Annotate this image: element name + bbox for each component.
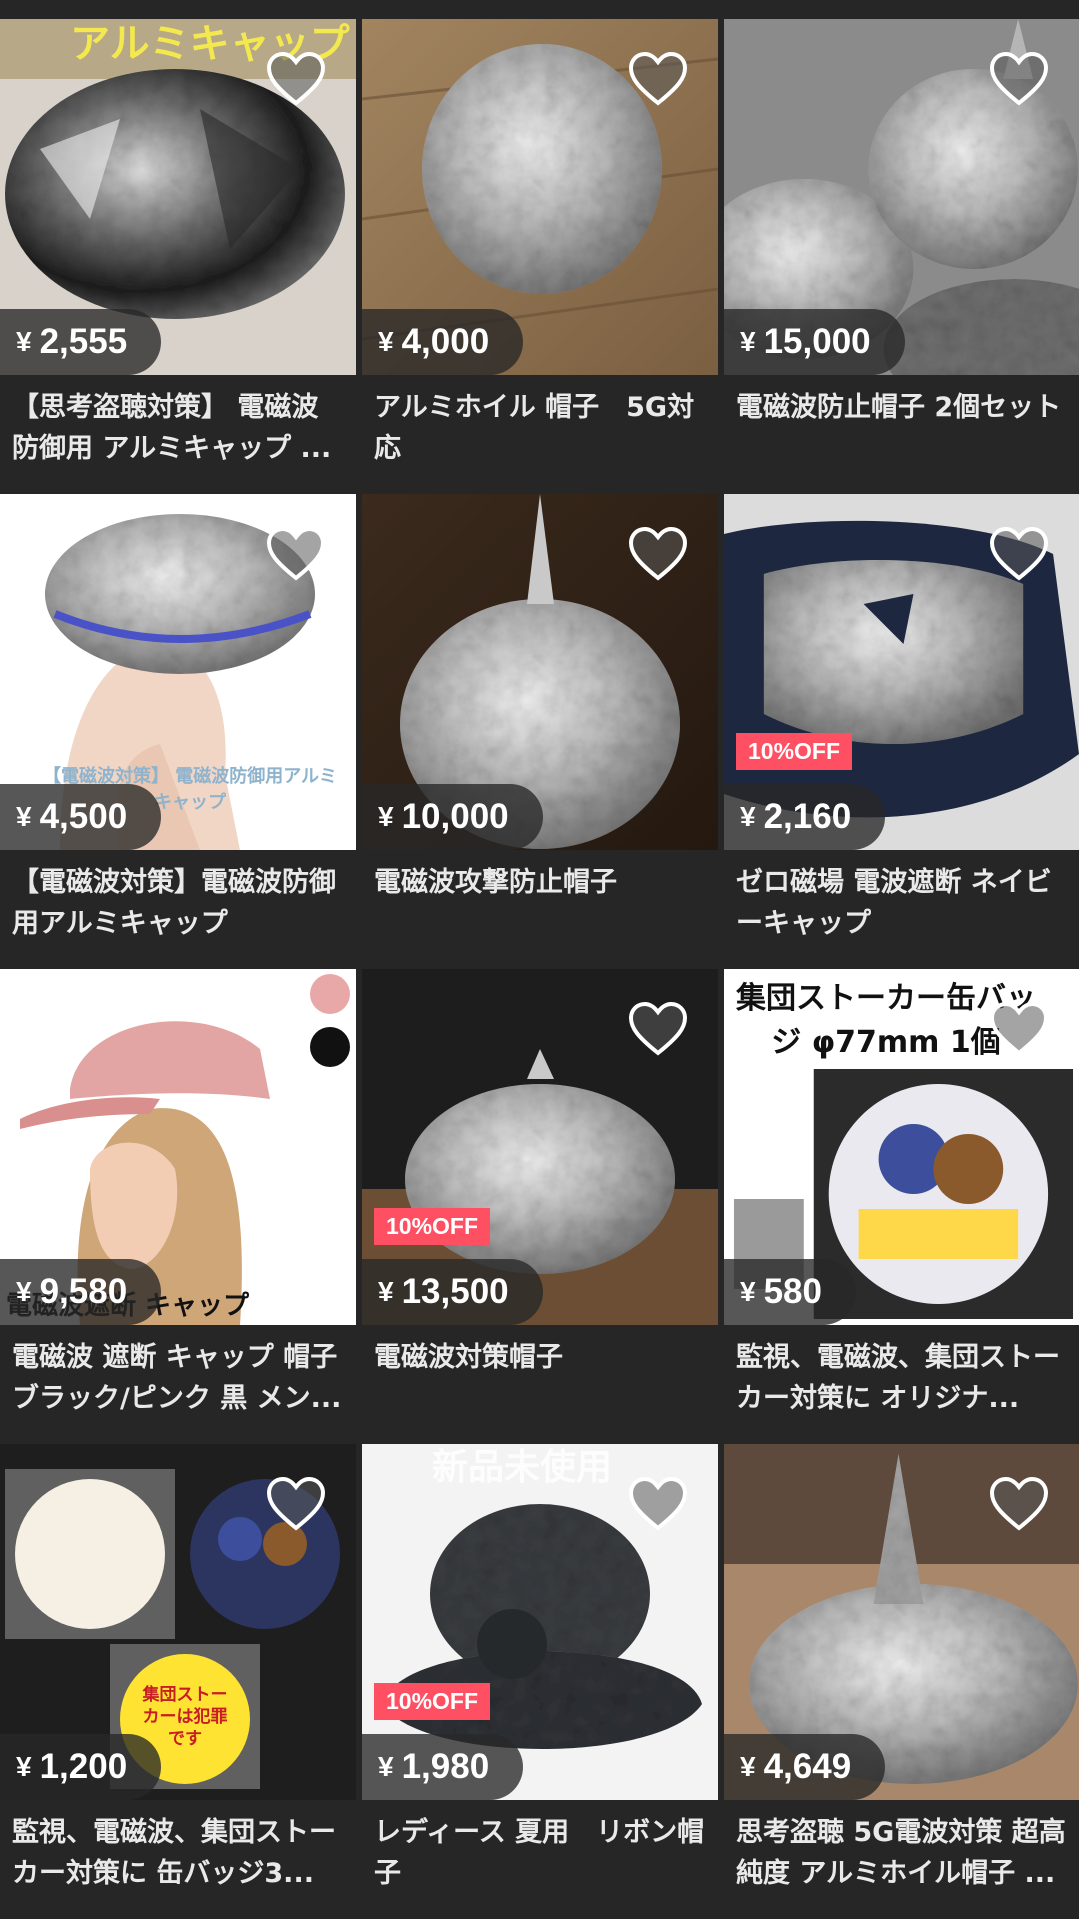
product-title[interactable]: 思考盗聴 5G電波対策 超高純度 アルミホイル帽子 ... [724,1800,1079,1894]
heart-outline-icon[interactable] [989,51,1049,107]
discount-badge: 10%OFF [374,1683,491,1720]
price-tag: ¥4,649 [724,1734,886,1800]
price-tag: ¥1,200 [0,1734,162,1800]
price-tag: ¥15,000 [724,309,905,375]
heart-outline-icon[interactable] [628,526,688,582]
discount-badge: 10%OFF [736,733,853,770]
product-card[interactable]: ¥15,000 電磁波防止帽子 2個セット [724,19,1079,494]
price-tag: ¥2,555 [0,309,162,375]
price-tag: ¥2,160 [724,784,886,850]
product-card[interactable]: 10%OFF ¥13,500 電磁波対策帽子 [362,969,718,1444]
product-title[interactable]: 監視、電磁波、集団ストーカー対策に 缶バッジ3... [0,1800,356,1894]
heart-outline-icon[interactable] [266,51,326,107]
product-image[interactable]: 新品未使用 10%OFF ¥1,980 [362,1444,718,1800]
heart-outline-icon[interactable] [628,1001,688,1057]
product-image[interactable]: 集団ストーカーは犯罪です ¥1,200 [0,1444,356,1800]
product-title[interactable]: 電磁波防止帽子 2個セット [724,375,1079,469]
product-title[interactable]: 監視、電磁波、集団ストーカー対策に オリジナ... [724,1325,1079,1419]
discount-badge: 10%OFF [374,1208,491,1245]
product-card[interactable]: 新品未使用 10%OFF ¥1,980 レディース 夏用 リボン帽子 [362,1444,718,1919]
image-caption: 集団ストーカーは犯罪です [142,1685,228,1749]
product-card[interactable]: ¥10,000 電磁波攻撃防止帽子 [362,494,718,969]
product-title[interactable]: レディース 夏用 リボン帽子 [362,1800,718,1894]
heart-outline-icon[interactable] [628,51,688,107]
image-caption: 新品未使用 [432,1447,613,1488]
product-image[interactable]: 10%OFF ¥2,160 [724,494,1079,850]
product-card[interactable]: ¥4,000 アルミホイル 帽子 5G対応 [362,19,718,494]
product-card[interactable]: ¥4,649 思考盗聴 5G電波対策 超高純度 アルミホイル帽子 ... [724,1444,1079,1919]
product-title[interactable]: 【電磁波対策】電磁波防御用アルミキャップ [0,850,356,944]
product-image[interactable]: 集団ストーカー缶バッジ φ77mm 1個 ¥580 [724,969,1079,1325]
product-image[interactable]: アルミキャップ ¥2,555 [0,19,356,375]
product-image[interactable]: 【電磁波対策】 電磁波防御用アルミキャップ ¥4,500 [0,494,356,850]
product-card[interactable]: アルミキャップ ¥2,555 【思考盗聴対策】 電磁波防御用 アルミキャップ .… [0,19,356,494]
product-card[interactable]: 10%OFF ¥2,160 ゼロ磁場 電波遮断 ネイビーキャップ [724,494,1079,969]
price-tag: ¥1,980 [362,1734,524,1800]
product-card[interactable]: 集団ストーカーは犯罪です ¥1,200 監視、電磁波、集団ストーカー対策に 缶バ… [0,1444,356,1919]
product-grid: アルミキャップ ¥2,555 【思考盗聴対策】 電磁波防御用 アルミキャップ .… [0,19,1079,1919]
price-tag: ¥9,580 [0,1259,162,1325]
product-card[interactable]: 集団ストーカー缶バッジ φ77mm 1個 ¥580 監視、電磁波、集団ストーカー… [724,969,1079,1444]
price-tag: ¥580 [724,1259,856,1325]
price-tag: ¥4,500 [0,784,162,850]
product-title[interactable]: 【思考盗聴対策】 電磁波防御用 アルミキャップ ... [0,375,356,469]
product-card[interactable]: 電磁波遮断 キャップ ¥9,580 電磁波 遮断 キャップ 帽子 ブラック/ピン… [0,969,356,1444]
product-image[interactable]: ¥10,000 [362,494,718,850]
price-tag: ¥4,000 [362,309,524,375]
product-card[interactable]: 【電磁波対策】 電磁波防御用アルミキャップ ¥4,500 【電磁波対策】電磁波防… [0,494,356,969]
heart-outline-icon[interactable] [989,526,1049,582]
product-title[interactable]: アルミホイル 帽子 5G対応 [362,375,718,469]
product-image[interactable]: ¥15,000 [724,19,1079,375]
product-title[interactable]: ゼロ磁場 電波遮断 ネイビーキャップ [724,850,1079,944]
product-title[interactable]: 電磁波攻撃防止帽子 [362,850,718,944]
heart-outline-icon[interactable] [628,1476,688,1532]
product-image[interactable]: 10%OFF ¥13,500 [362,969,718,1325]
heart-outline-icon[interactable] [989,1476,1049,1532]
product-image[interactable]: ¥4,649 [724,1444,1079,1800]
product-title[interactable]: 電磁波 遮断 キャップ 帽子 ブラック/ピンク 黒 メン... [0,1325,356,1419]
price-tag: ¥10,000 [362,784,543,850]
heart-outline-icon[interactable] [266,1476,326,1532]
product-image[interactable]: ¥4,000 [362,19,718,375]
price-tag: ¥13,500 [362,1259,543,1325]
product-image[interactable]: 電磁波遮断 キャップ ¥9,580 [0,969,356,1325]
product-title[interactable]: 電磁波対策帽子 [362,1325,718,1419]
heart-outline-icon[interactable] [266,526,326,582]
heart-outline-icon[interactable] [989,1001,1049,1057]
